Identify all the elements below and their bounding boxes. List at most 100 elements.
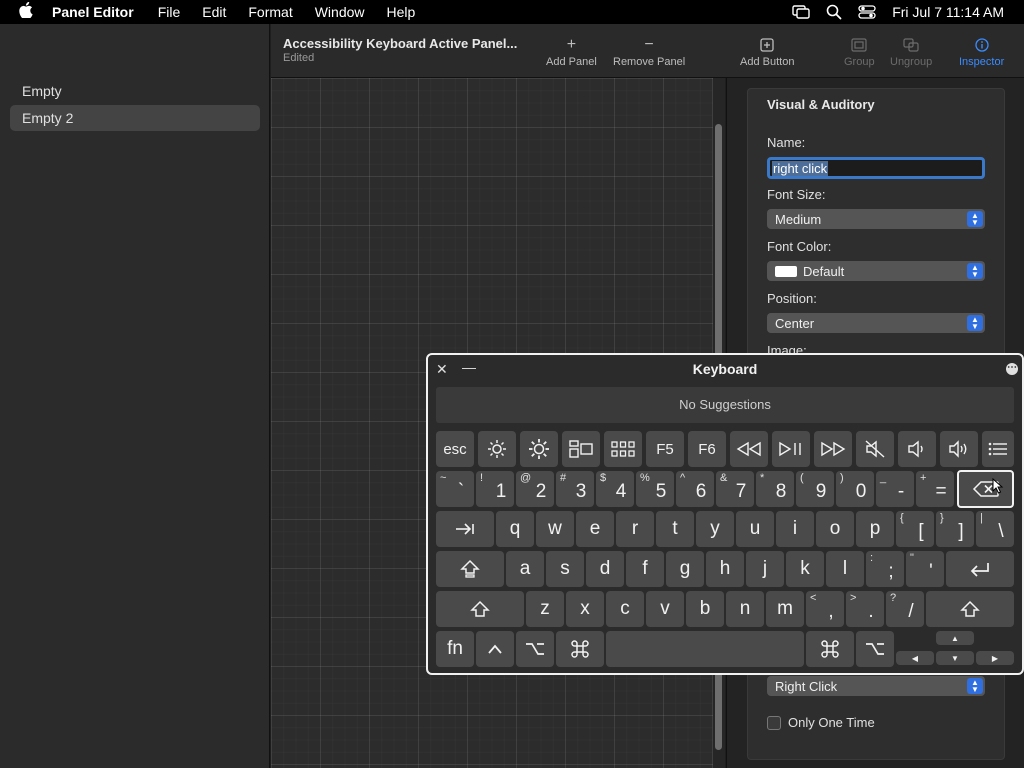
key-fn[interactable]: fn [436, 631, 474, 667]
key-6[interactable]: ^ 6 [676, 471, 714, 507]
key-o[interactable]: o [816, 511, 854, 547]
add-panel-button[interactable]: + Add Panel [546, 34, 597, 68]
group-button[interactable]: Group [844, 34, 875, 68]
ungroup-button[interactable]: Ungroup [890, 34, 932, 68]
key-backslash[interactable]: | \ [976, 511, 1014, 547]
key-l[interactable]: l [826, 551, 864, 587]
inspector-button[interactable]: Inspector [959, 34, 1004, 68]
key-slash[interactable]: ? / [886, 591, 924, 627]
key-period[interactable]: >. [846, 591, 884, 627]
key-return[interactable] [946, 551, 1014, 587]
key-1[interactable]: ! 1 [476, 471, 514, 507]
key-play-pause[interactable] [772, 431, 810, 467]
key-semicolon[interactable]: :; [866, 551, 904, 587]
key-panel-list[interactable] [982, 431, 1014, 467]
key-fast-forward[interactable] [814, 431, 852, 467]
key-r[interactable]: r [616, 511, 654, 547]
key-tab[interactable] [436, 511, 494, 547]
menu-file[interactable]: File [158, 4, 181, 20]
key-j[interactable]: j [746, 551, 784, 587]
key-grave[interactable]: ~ ` [436, 471, 474, 507]
app-menu[interactable]: Panel Editor [52, 4, 134, 20]
key-7[interactable]: & 7 [716, 471, 754, 507]
suggestions-bar[interactable]: No Suggestions [436, 387, 1014, 423]
key-u[interactable]: u [736, 511, 774, 547]
key-x[interactable]: x [566, 591, 604, 627]
key-right-shift[interactable] [926, 591, 1014, 627]
key-i[interactable]: i [776, 511, 814, 547]
key-g[interactable]: g [666, 551, 704, 587]
key-h[interactable]: h [706, 551, 744, 587]
key-volume-up[interactable] [940, 431, 978, 467]
key-brightness-down[interactable] [478, 431, 516, 467]
position-popup[interactable]: Center ▲ ▼ [767, 313, 985, 333]
key-k[interactable]: k [786, 551, 824, 587]
key-t[interactable]: t [656, 511, 694, 547]
key-volume-down[interactable] [898, 431, 936, 467]
sidebar-item-empty-2[interactable]: Empty 2 [10, 105, 260, 131]
key-f[interactable]: f [626, 551, 664, 587]
key-4[interactable]: $4 [596, 471, 634, 507]
add-button-button[interactable]: Add Button [740, 34, 794, 68]
key-a[interactable]: a [506, 551, 544, 587]
font-size-popup[interactable]: Medium ▲ ▼ [767, 209, 985, 229]
key-s[interactable]: s [546, 551, 584, 587]
key-control[interactable] [476, 631, 514, 667]
key-9[interactable]: (9 [796, 471, 834, 507]
key-m[interactable]: m [766, 591, 804, 627]
key-e[interactable]: e [576, 511, 614, 547]
key-arrow-left[interactable]: ◀ [896, 651, 934, 665]
key-f6[interactable]: F6 [688, 431, 726, 467]
remove-panel-button[interactable]: − Remove Panel [613, 34, 685, 68]
screen-mirroring-icon[interactable] [792, 5, 810, 19]
key-arrow-up[interactable]: ▲ [936, 631, 974, 645]
key-y[interactable]: y [696, 511, 734, 547]
key-caps-lock[interactable] [436, 551, 504, 587]
key-esc[interactable]: esc [436, 431, 474, 467]
options-icon[interactable]: ⋯ [1006, 363, 1018, 375]
key-arrow-down[interactable]: ▼ [936, 651, 974, 665]
key-right-option[interactable] [856, 631, 894, 667]
key-quote[interactable]: " ' [906, 551, 944, 587]
menu-window[interactable]: Window [315, 4, 365, 20]
menubar-clock[interactable]: Fri Jul 7 11:14 AM [892, 4, 1004, 20]
control-center-icon[interactable] [858, 5, 876, 19]
key-equals[interactable]: + = [916, 471, 954, 507]
action-popup[interactable]: Right Click ▲ ▼ [767, 676, 985, 696]
key-f5[interactable]: F5 [646, 431, 684, 467]
key-rewind[interactable] [730, 431, 768, 467]
key-brightness-up[interactable] [520, 431, 558, 467]
key-comma[interactable]: <, [806, 591, 844, 627]
key-2[interactable]: @2 [516, 471, 554, 507]
key-delete[interactable] [957, 470, 1014, 508]
menu-edit[interactable]: Edit [202, 4, 226, 20]
key-v[interactable]: v [646, 591, 684, 627]
key-left-option[interactable] [516, 631, 554, 667]
key-q[interactable]: q [496, 511, 534, 547]
key-b[interactable]: b [686, 591, 724, 627]
key-mission-control[interactable] [562, 431, 600, 467]
key-3[interactable]: #3 [556, 471, 594, 507]
key-minus[interactable]: _ - [876, 471, 914, 507]
spotlight-search-icon[interactable] [826, 4, 842, 20]
key-space[interactable] [606, 631, 804, 667]
key-n[interactable]: n [726, 591, 764, 627]
sidebar-item-empty[interactable]: Empty [10, 78, 260, 104]
key-w[interactable]: w [536, 511, 574, 547]
apple-menu-icon[interactable] [0, 1, 52, 23]
menu-help[interactable]: Help [387, 4, 416, 20]
key-launchpad[interactable] [604, 431, 642, 467]
key-arrow-right[interactable]: ▶ [976, 651, 1014, 665]
key-left-command[interactable] [556, 631, 604, 667]
key-right-bracket[interactable]: }] [936, 511, 974, 547]
only-one-time-row[interactable]: Only One Time [767, 715, 875, 730]
key-left-bracket[interactable]: {[ [896, 511, 934, 547]
key-d[interactable]: d [586, 551, 624, 587]
key-mute[interactable] [856, 431, 894, 467]
only-one-time-checkbox[interactable] [767, 715, 781, 730]
key-right-command[interactable] [806, 631, 854, 667]
key-p[interactable]: p [856, 511, 894, 547]
key-c[interactable]: c [606, 591, 644, 627]
key-0[interactable]: ) 0 [836, 471, 874, 507]
key-5[interactable]: % 5 [636, 471, 674, 507]
